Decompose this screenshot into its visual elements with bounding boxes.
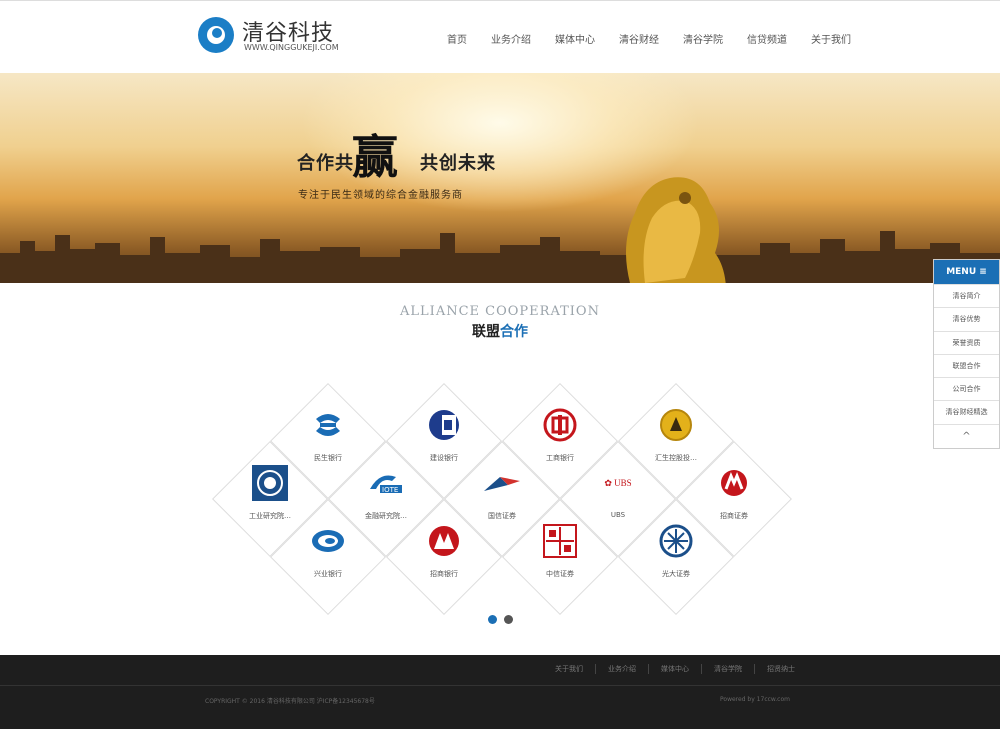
partner-label: 光大证券 [662, 570, 690, 578]
main-nav: 首页 业务介绍 媒体中心 清谷财经 清谷学院 信贷频道 关于我们 [447, 31, 875, 46]
svg-text:IOTE: IOTE [382, 486, 398, 494]
ubs-icon: ✿ UBS [604, 477, 632, 488]
nav-credit[interactable]: 信贷频道 [747, 31, 787, 46]
cib-icon [312, 530, 344, 552]
copyright-text: COPYRIGHT © 2016 清谷科技有限公司 沪ICP备12345678号 [205, 698, 375, 705]
logo-q-icon [198, 17, 234, 53]
hero-banner[interactable]: 合作共 共创未来 赢 专注于民生领域的综合金融服务商 [0, 73, 1000, 283]
golden-lion-image [626, 177, 726, 283]
footer-link-about[interactable]: 关于我们 [543, 664, 583, 674]
partner-label: 招商银行 [430, 570, 458, 578]
scroll-up-icon[interactable]: ^ [934, 423, 999, 448]
carousel-dot-2[interactable] [504, 615, 513, 624]
partner-card[interactable]: 兴业银行 [270, 499, 386, 615]
city-skyline-image [0, 231, 1000, 283]
footer-link-jobs[interactable]: 招贤纳士 [754, 664, 795, 674]
ccb-icon [429, 410, 459, 440]
site-footer: 关于我们 业务介绍 媒体中心 清谷学院 招贤纳士 COPYRIGHT © 201… [0, 655, 1000, 729]
cms-sec-icon [721, 470, 747, 496]
everbright-icon [659, 524, 693, 558]
carousel-dot-1[interactable] [488, 615, 497, 624]
logo-url: WWW.QINGGUKEJI.COM [244, 43, 339, 52]
menu-item-selected[interactable]: 清谷财经精选 [934, 400, 999, 423]
footer-link-media[interactable]: 媒体中心 [648, 664, 689, 674]
footer-link-business[interactable]: 业务介绍 [595, 664, 636, 674]
site-header: 清谷科技 WWW.QINGGUKEJI.COM 首页 业务介绍 媒体中心 清谷财… [0, 0, 1000, 73]
menu-item-alliance[interactable]: 联盟合作 [934, 353, 999, 377]
icbc-icon [543, 408, 577, 442]
citic-icon [543, 524, 577, 558]
menu-item-company[interactable]: 公司合作 [934, 377, 999, 400]
partner-label: 中信证券 [546, 570, 574, 578]
iote-icon: IOTE [370, 475, 402, 494]
nav-business[interactable]: 业务介绍 [491, 31, 531, 46]
carousel-pagination [488, 615, 513, 624]
site-logo[interactable]: 清谷科技 WWW.QINGGUKEJI.COM [198, 15, 339, 61]
side-menu: MENU ≡ 清谷简介 清谷优势 荣誉资质 联盟合作 公司合作 清谷财经精选 ^ [933, 259, 1000, 449]
footer-link-academy[interactable]: 清谷学院 [701, 664, 742, 674]
section-title-en: ALLIANCE COOPERATION [400, 304, 600, 319]
partner-card[interactable]: 中信证券 [502, 499, 618, 615]
partner-label: 兴业银行 [314, 570, 342, 578]
section-title-cn: 联盟合作 [472, 324, 528, 340]
nav-academy[interactable]: 清谷学院 [683, 31, 723, 46]
minsheng-bank-icon [316, 414, 340, 436]
partner-card[interactable]: 招商银行 [386, 499, 502, 615]
nav-finance[interactable]: 清谷财经 [619, 31, 659, 46]
cmb-icon [429, 526, 459, 556]
nav-media[interactable]: 媒体中心 [555, 31, 595, 46]
powered-by-text[interactable]: Powered by 17ccw.com [720, 696, 790, 703]
guosen-icon [484, 477, 520, 491]
banner-subtitle: 专注于民生领域的综合金融服务商 [298, 190, 463, 201]
partner-card[interactable]: 光大证券 [618, 499, 734, 615]
nav-about[interactable]: 关于我们 [811, 31, 851, 46]
footer-links: 关于我们 业务介绍 媒体中心 清谷学院 招贤纳士 [531, 664, 795, 674]
gold-emblem-icon [660, 409, 692, 441]
banner-slogan-big: 赢 [352, 130, 398, 184]
institute-seal-icon [252, 465, 288, 501]
menu-header[interactable]: MENU ≡ [934, 260, 999, 284]
nav-home[interactable]: 首页 [447, 31, 467, 46]
